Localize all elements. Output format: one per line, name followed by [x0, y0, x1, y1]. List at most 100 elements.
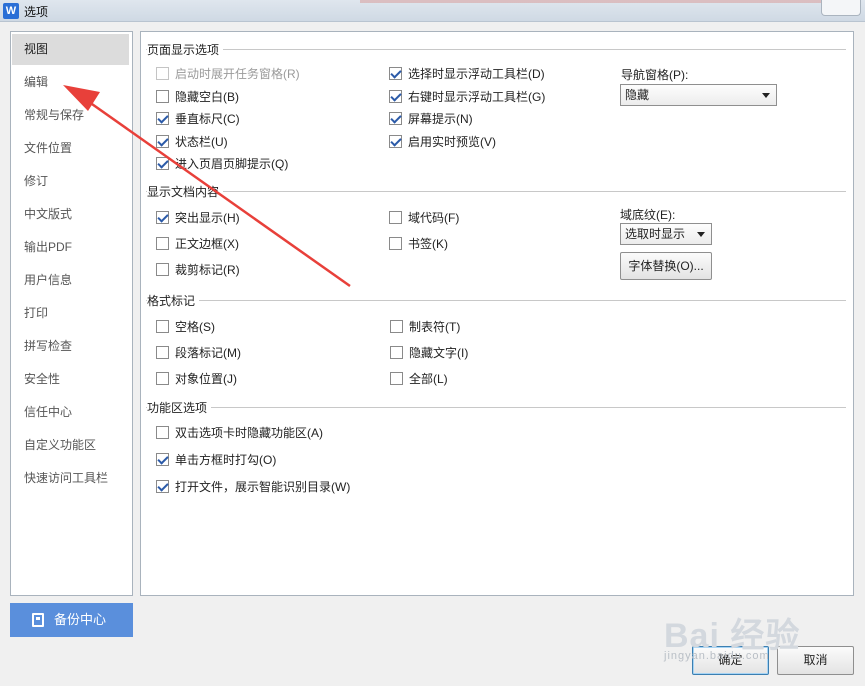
checkbox-label: 右键时显示浮动工具栏(G) [408, 89, 546, 104]
nav-item-view[interactable]: 视图 [12, 34, 129, 65]
section-title-doc-content: 显示文档内容 [147, 183, 224, 200]
checkbox-box [389, 89, 402, 103]
checkbox-box [156, 319, 169, 333]
options-category-list: 视图 编辑 常规与保存 文件位置 修订 中文版式 输出PDF 用户信息 打印 拼… [10, 31, 133, 596]
checkbox-label: 状态栏(U) [175, 134, 228, 149]
checkbox-bookmarks[interactable]: 书签(K) [389, 235, 448, 251]
checkbox-label: 打开文件，展示智能识别目录(W) [175, 479, 351, 494]
checkbox-tab-characters[interactable]: 制表符(T) [390, 318, 460, 334]
checkbox-box [156, 66, 169, 80]
window-title: 选项 [24, 5, 49, 19]
checkbox-box [389, 210, 402, 224]
checkbox-label: 裁剪标记(R) [175, 262, 240, 277]
checkbox-box [156, 371, 169, 385]
backup-center-button[interactable]: 备份中心 [10, 603, 133, 637]
checkbox-box [389, 236, 402, 250]
checkbox-all-marks[interactable]: 全部(L) [390, 370, 448, 386]
checkbox-text-boundaries[interactable]: 正文边框(X) [156, 235, 239, 251]
checkbox-box [389, 111, 402, 125]
checkbox-box [389, 134, 402, 148]
section-divider [146, 49, 846, 50]
baidu-jingyan-watermark: Bai 经验 jingyan.baidu.com [664, 598, 864, 674]
checkbox-object-anchors[interactable]: 对象位置(J) [156, 370, 237, 386]
checkbox-label: 对象位置(J) [175, 371, 237, 386]
section-title-format-marks: 格式标记 [147, 292, 200, 309]
field-shading-label: 域底纹(E): [620, 208, 676, 222]
checkbox-box [156, 452, 169, 466]
nav-item-general-save[interactable]: 常规与保存 [12, 100, 129, 131]
checkbox-box [156, 156, 169, 170]
checkbox-box [156, 111, 169, 125]
nav-pane-label: 导航窗格(P): [621, 68, 689, 82]
checkbox-box [156, 210, 169, 224]
chevron-down-icon [762, 93, 770, 98]
backup-center-label: 备份中心 [54, 612, 107, 627]
backup-icon [32, 613, 44, 627]
nav-item-trust-center[interactable]: 信任中心 [12, 397, 129, 428]
checkbox-hidden-text[interactable]: 隐藏文字(I) [390, 344, 468, 360]
checkbox-smart-toc[interactable]: 打开文件，展示智能识别目录(W) [156, 478, 350, 494]
nav-item-customize-ribbon[interactable]: 自定义功能区 [12, 430, 129, 461]
nav-item-output-pdf[interactable]: 输出PDF [12, 232, 129, 263]
checkbox-label: 进入页眉页脚提示(Q) [175, 156, 289, 171]
checkbox-live-preview[interactable]: 启用实时预览(V) [389, 133, 496, 149]
section-title-ribbon: 功能区选项 [147, 399, 212, 416]
checkbox-highlight[interactable]: 突出显示(H) [156, 209, 240, 225]
checkbox-click-box-tick[interactable]: 单击方框时打勾(O) [156, 451, 276, 467]
nav-item-revision[interactable]: 修订 [12, 166, 129, 197]
checkbox-hide-ribbon-doubleclick[interactable]: 双击选项卡时隐藏功能区(A) [156, 424, 323, 440]
nav-item-user-info[interactable]: 用户信息 [12, 265, 129, 296]
close-window-button[interactable] [821, 0, 861, 16]
checkbox-box [156, 134, 169, 148]
wps-writer-icon: W [3, 3, 19, 19]
section-divider [146, 300, 846, 301]
checkbox-expand-task-pane[interactable]: 启动时展开任务窗格(R) [156, 65, 300, 81]
checkbox-box [156, 345, 169, 359]
nav-item-spell-check[interactable]: 拼写检查 [12, 331, 129, 362]
nav-item-edit[interactable]: 编辑 [12, 67, 129, 98]
checkbox-label: 选择时显示浮动工具栏(D) [408, 66, 545, 81]
checkbox-field-codes[interactable]: 域代码(F) [389, 209, 459, 225]
checkbox-label: 启用实时预览(V) [408, 134, 496, 149]
checkbox-label: 单击方框时打勾(O) [175, 452, 277, 467]
checkbox-box [156, 89, 169, 103]
checkbox-header-footer-hint[interactable]: 进入页眉页脚提示(Q) [156, 155, 288, 171]
section-divider [146, 407, 846, 408]
background-strip [360, 0, 860, 3]
checkbox-label: 隐藏文字(I) [409, 345, 469, 360]
checkbox-label: 域代码(F) [408, 210, 460, 225]
checkbox-box [390, 371, 403, 385]
checkbox-float-toolbar-select[interactable]: 选择时显示浮动工具栏(D) [389, 65, 545, 81]
section-divider [146, 191, 846, 192]
checkbox-box [156, 479, 169, 493]
checkbox-label: 全部(L) [409, 371, 448, 386]
checkbox-label: 正文边框(X) [175, 236, 239, 251]
nav-item-file-location[interactable]: 文件位置 [12, 133, 129, 164]
nav-item-print[interactable]: 打印 [12, 298, 129, 329]
checkbox-label: 屏幕提示(N) [408, 111, 473, 126]
chevron-down-icon [697, 232, 705, 237]
checkbox-crop-marks[interactable]: 裁剪标记(R) [156, 261, 240, 277]
checkbox-paragraph-marks[interactable]: 段落标记(M) [156, 344, 241, 360]
checkbox-box [156, 236, 169, 250]
checkbox-label: 垂直标尺(C) [175, 111, 240, 126]
checkbox-label: 段落标记(M) [175, 345, 241, 360]
nav-item-security[interactable]: 安全性 [12, 364, 129, 395]
font-replace-button[interactable]: 字体替换(O)... [620, 252, 712, 280]
nav-item-quick-access-toolbar[interactable]: 快速访问工具栏 [12, 463, 129, 494]
checkbox-box [390, 319, 403, 333]
checkbox-float-toolbar-rightclick[interactable]: 右键时显示浮动工具栏(G) [389, 88, 545, 104]
nav-pane-select[interactable]: 隐藏 [620, 84, 777, 106]
checkbox-screen-tips[interactable]: 屏幕提示(N) [389, 110, 473, 126]
checkbox-label: 制表符(T) [409, 319, 461, 334]
checkbox-hide-whitespace[interactable]: 隐藏空白(B) [156, 88, 239, 104]
checkbox-label: 空格(S) [175, 319, 215, 334]
checkbox-label: 隐藏空白(B) [175, 89, 239, 104]
checkbox-spaces[interactable]: 空格(S) [156, 318, 215, 334]
checkbox-vertical-ruler[interactable]: 垂直标尺(C) [156, 110, 240, 126]
field-shading-select[interactable]: 选取时显示 [620, 223, 712, 245]
checkbox-box [389, 66, 402, 80]
checkbox-label: 双击选项卡时隐藏功能区(A) [175, 425, 323, 440]
nav-item-chinese-layout[interactable]: 中文版式 [12, 199, 129, 230]
checkbox-status-bar[interactable]: 状态栏(U) [156, 133, 228, 149]
